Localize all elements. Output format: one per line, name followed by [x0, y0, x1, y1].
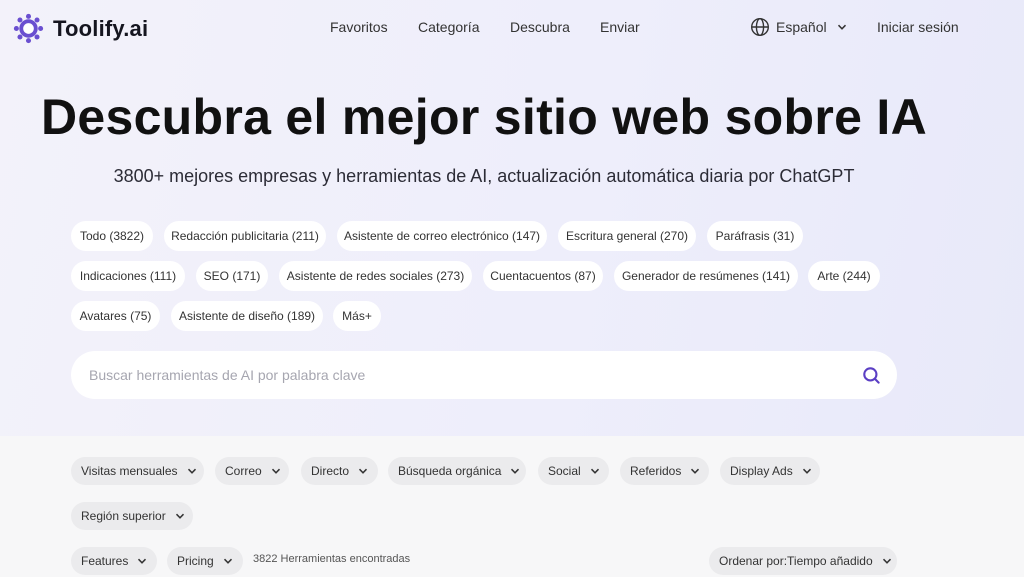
chevron-down-icon: [882, 558, 891, 564]
filter-organic-search[interactable]: Búsqueda orgánica: [388, 457, 526, 485]
filter-direct[interactable]: Directo: [301, 457, 378, 485]
filter-social[interactable]: Social: [538, 457, 609, 485]
filter-label: Región superior: [81, 509, 166, 523]
sort-label: Ordenar por:Tiempo añadido: [719, 554, 873, 568]
category-chip-all[interactable]: Todo (3822): [71, 221, 153, 251]
filter-label: Social: [548, 464, 581, 478]
filter-label: Visitas mensuales: [81, 464, 178, 478]
language-label: Español: [776, 19, 827, 35]
chevron-down-icon: [837, 24, 846, 30]
filter-referrals[interactable]: Referidos: [620, 457, 709, 485]
filter-monthly-visits[interactable]: Visitas mensuales: [71, 457, 204, 485]
category-chip-avatars[interactable]: Avatares (75): [71, 301, 160, 331]
nav-discover[interactable]: Descubra: [510, 19, 570, 35]
main-nav: Favoritos Categoría Descubra Enviar: [0, 19, 1024, 39]
search-input[interactable]: [89, 351, 849, 399]
nav-submit[interactable]: Enviar: [600, 19, 640, 35]
chevron-down-icon: [802, 468, 811, 474]
filter-display-ads[interactable]: Display Ads: [720, 457, 820, 485]
chevron-down-icon: [590, 468, 599, 474]
chevron-down-icon: [187, 468, 196, 474]
category-chip-seo[interactable]: SEO (171): [196, 261, 268, 291]
sort-dropdown[interactable]: Ordenar por:Tiempo añadido: [709, 547, 897, 575]
category-chip-design-assistant[interactable]: Asistente de diseño (189): [171, 301, 323, 331]
category-chip-summarizer[interactable]: Generador de resúmenes (141): [614, 261, 798, 291]
filter-label: Correo: [225, 464, 262, 478]
chevron-down-icon: [358, 468, 368, 474]
category-chip-social-media-assistant[interactable]: Asistente de redes sociales (273): [279, 261, 472, 291]
filter-features[interactable]: Features: [71, 547, 157, 575]
login-link[interactable]: Iniciar sesión: [877, 19, 959, 35]
chevron-down-icon: [511, 468, 520, 474]
category-chip-storytelling[interactable]: Cuentacuentos (87): [483, 261, 603, 291]
filter-label: Directo: [311, 464, 350, 478]
chevron-down-icon: [691, 468, 700, 474]
filter-label: Features: [81, 554, 129, 568]
chevron-down-icon: [175, 513, 184, 519]
chevron-down-icon: [138, 558, 147, 564]
category-chip-prompts[interactable]: Indicaciones (111): [71, 261, 185, 291]
filter-label: Referidos: [630, 464, 682, 478]
category-chip-email-assistant[interactable]: Asistente de correo electrónico (147): [337, 221, 547, 251]
chevron-down-icon: [271, 468, 280, 474]
category-chip-general-writing[interactable]: Escritura general (270): [558, 221, 696, 251]
language-selector[interactable]: Español: [750, 17, 847, 37]
filter-top-region[interactable]: Región superior: [71, 502, 193, 530]
category-chip-paraphrase[interactable]: Paráfrasis (31): [707, 221, 803, 251]
filter-label: Pricing: [177, 554, 214, 568]
category-chip-art[interactable]: Arte (244): [808, 261, 880, 291]
nav-favorites[interactable]: Favoritos: [330, 19, 388, 35]
page-subtitle: 3800+ mejores empresas y herramientas de…: [113, 166, 855, 186]
page-title: Descubra el mejor sitio web sobre IA: [40, 89, 928, 145]
result-count: 3822 Herramientas encontradas: [253, 553, 411, 565]
globe-icon: [750, 17, 770, 37]
search-icon[interactable]: [862, 366, 881, 385]
filter-email[interactable]: Correo: [215, 457, 289, 485]
filter-label: Búsqueda orgánica: [398, 464, 502, 478]
chevron-down-icon: [223, 558, 232, 564]
category-chip-copywriting[interactable]: Redacción publicitaria (211): [164, 221, 326, 251]
search-bar: [71, 351, 897, 399]
category-chip-more[interactable]: Más+: [333, 301, 381, 331]
filter-pricing[interactable]: Pricing: [167, 547, 243, 575]
filter-label: Display Ads: [730, 464, 793, 478]
nav-category[interactable]: Categoría: [418, 19, 479, 35]
